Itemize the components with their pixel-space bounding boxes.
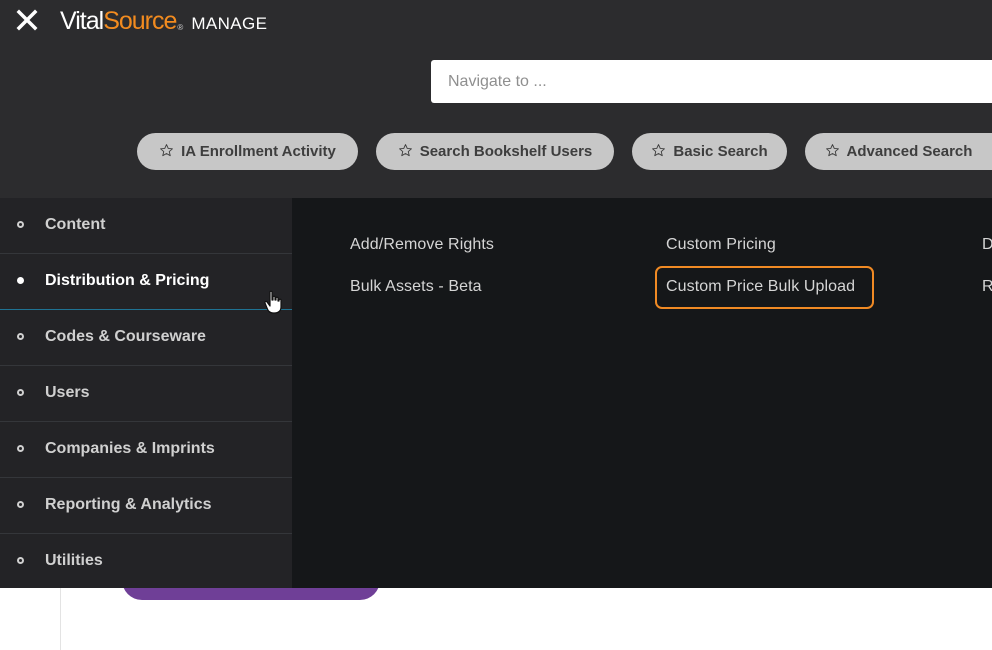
sidebar-bullet-icon xyxy=(17,557,24,564)
sidebar-item-label: Codes & Courseware xyxy=(45,328,206,345)
navigate-search-input[interactable] xyxy=(431,60,992,103)
favorite-pill-basic-search[interactable]: Basic Search xyxy=(632,133,787,170)
sidebar-item-label: Users xyxy=(45,384,90,401)
submenu-link-partially-visible-r[interactable]: R xyxy=(982,278,992,296)
sidebar-item-reporting-analytics[interactable]: Reporting & Analytics xyxy=(0,478,292,534)
submenu-link-custom-pricing[interactable]: Custom Pricing xyxy=(666,236,776,254)
favorite-pill-label: Advanced Search xyxy=(846,143,973,160)
sidebar-bullet-icon xyxy=(17,445,24,452)
star-icon xyxy=(160,144,174,157)
sidebar-item-content[interactable]: Content xyxy=(0,198,292,254)
favorite-pill-ia-enrollment-activity[interactable]: IA Enrollment Activity xyxy=(137,133,358,170)
sidebar-item-label: Distribution & Pricing xyxy=(45,272,210,289)
cursor-icon xyxy=(264,290,282,314)
star-icon xyxy=(652,144,666,157)
brand-logo: VitalSource® MANAGE xyxy=(60,4,267,42)
sidebar-bullet-icon xyxy=(17,277,24,284)
brand-source-text: Source xyxy=(103,7,177,35)
star-icon xyxy=(825,144,839,157)
submenu-link-bulk-assets-beta[interactable]: Bulk Assets - Beta xyxy=(350,278,482,296)
sidebar-item-distribution-pricing[interactable]: Distribution & Pricing xyxy=(0,254,292,310)
sidebar-item-label: Companies & Imprints xyxy=(45,440,215,457)
sidebar-item-label: Utilities xyxy=(45,552,103,569)
top-header: VitalSource® MANAGE IA Enrollment Activit… xyxy=(0,0,992,198)
sidebar-item-codes-courseware[interactable]: Codes & Courseware xyxy=(0,310,292,366)
star-icon xyxy=(398,144,412,157)
favorite-pill-label: IA Enrollment Activity xyxy=(181,143,336,160)
favorite-pill-label: Basic Search xyxy=(673,143,768,160)
favorite-pill-search-bookshelf-users[interactable]: Search Bookshelf Users xyxy=(376,133,614,170)
highlight-box-custom-price-bulk-upload xyxy=(655,266,874,309)
favorite-pill-label: Search Bookshelf Users xyxy=(419,143,593,160)
sidebar-item-companies-imprints[interactable]: Companies & Imprints xyxy=(0,422,292,478)
brand-trademark: ® xyxy=(177,23,184,32)
page-left-divider xyxy=(60,588,61,650)
sidebar-bullet-icon xyxy=(17,333,24,340)
brand-vital-text: Vital xyxy=(60,7,104,35)
brand-product-name: MANAGE xyxy=(191,14,268,33)
close-icon[interactable] xyxy=(14,7,40,33)
favorite-pill-advanced-search[interactable]: Advanced Search xyxy=(805,133,992,170)
sidebar-bullet-icon xyxy=(17,389,24,396)
submenu-link-add-remove-rights[interactable]: Add/Remove Rights xyxy=(350,236,494,254)
sidebar-item-utilities[interactable]: Utilities xyxy=(0,534,292,590)
sidebar-item-label: Content xyxy=(45,216,106,233)
sidebar-bullet-icon xyxy=(17,221,24,228)
sidebar-item-label: Reporting & Analytics xyxy=(45,496,212,513)
submenu-link-partially-visible-d[interactable]: D xyxy=(982,236,992,254)
sidebar-item-users[interactable]: Users xyxy=(0,366,292,422)
sidebar-bullet-icon xyxy=(17,501,24,508)
menu-sidebar: Content Distribution & Pricing Codes & C… xyxy=(0,198,292,588)
